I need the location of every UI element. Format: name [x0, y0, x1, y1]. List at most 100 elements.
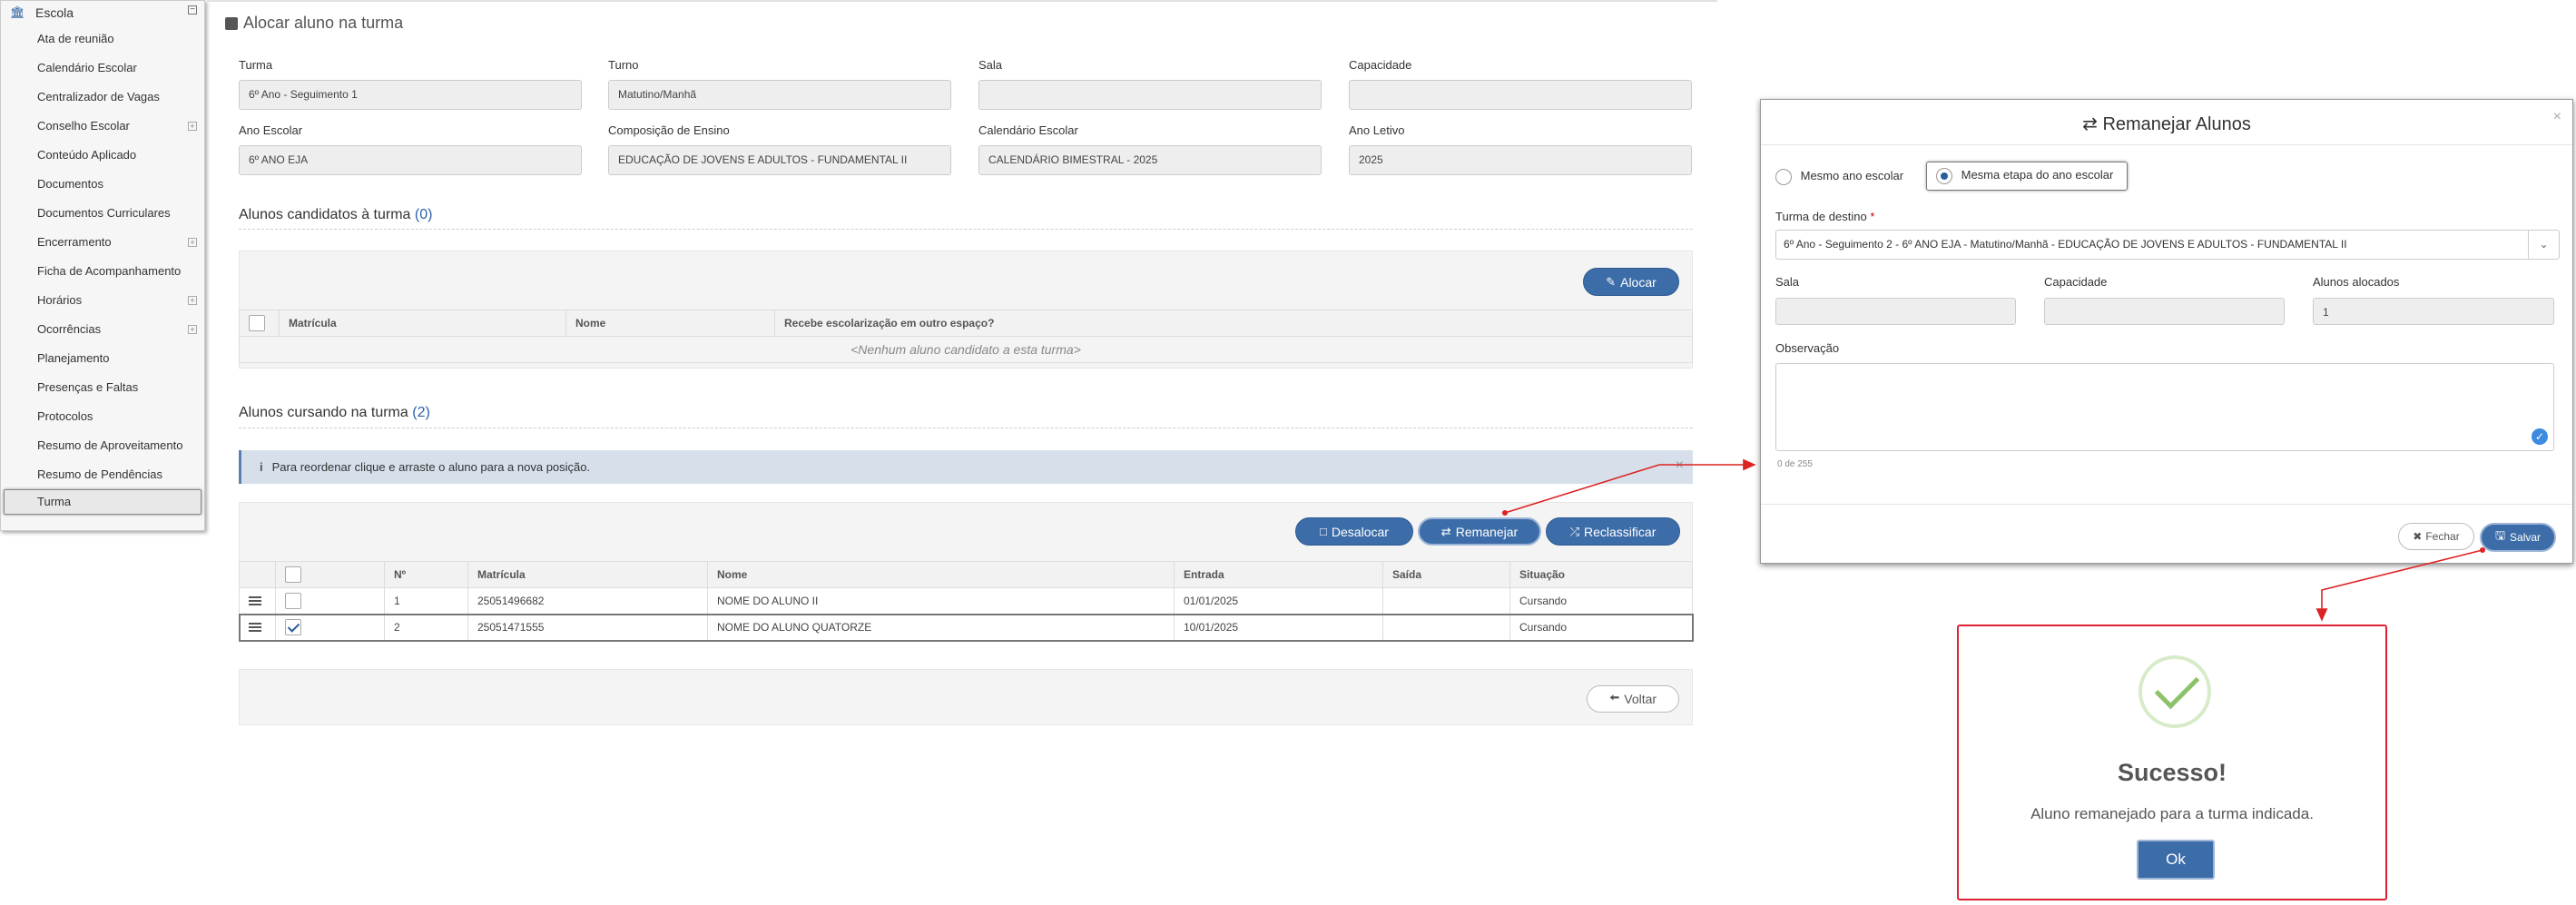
ok-button[interactable]: Ok — [2137, 840, 2215, 880]
drag-handle-cell[interactable] — [239, 587, 276, 615]
sidebar-item-centralizador-de-vagas[interactable]: Centralizador de Vagas — [1, 83, 204, 112]
sidebar-item-protocolos[interactable]: Protocolos — [1, 402, 204, 431]
expand-icon[interactable]: + — [188, 325, 197, 334]
sidebar-item-turma[interactable]: Turma — [4, 489, 202, 515]
sidebar-menu: Ata de reunião Calendário Escolar Centrali… — [1, 25, 204, 515]
composicao-field[interactable]: EDUCAÇÃO DE JOVENS E ADULTOS - FUNDAMENT… — [608, 145, 951, 175]
row-checkbox[interactable] — [285, 619, 301, 635]
turma-destino-select[interactable]: 6º Ano - Seguimento 2 - 6º ANO EJA - Mat… — [1775, 230, 2560, 260]
calendario-label: Calendário Escolar — [978, 123, 1078, 137]
salvar-button[interactable]: 🖫 Salvar — [2480, 523, 2556, 552]
close-icon[interactable]: × — [1676, 457, 1684, 474]
page-title-text: Alocar aluno na turma — [243, 14, 404, 32]
expand-icon[interactable]: + — [188, 122, 197, 131]
remanejar-button[interactable]: ⇄ Remanejar — [1418, 517, 1541, 546]
turno-label: Turno — [608, 58, 639, 72]
col-matricula[interactable]: Matrícula — [467, 561, 708, 588]
info-icon: i — [260, 460, 263, 474]
ano-letivo-label: Ano Letivo — [1349, 123, 1405, 137]
cell-nome: NOME DO ALUNO QUATORZE — [707, 614, 1175, 641]
exchange-icon: ⇄ — [2082, 114, 2098, 134]
close-icon: ✖ — [2413, 530, 2423, 543]
sidebar-item-conteudo-aplicado[interactable]: Conteúdo Aplicado — [1, 141, 204, 170]
salvar-label: Salvar — [2510, 531, 2542, 544]
modal-capacidade-field[interactable] — [2044, 298, 2285, 325]
observacao-textarea[interactable]: ✓ — [1775, 363, 2554, 451]
expand-icon[interactable]: + — [188, 296, 197, 305]
sidebar-item-label: Resumo de Aproveitamento — [37, 438, 183, 452]
success-dialog: Sucesso! Aluno remanejado para a turma i… — [1957, 625, 2387, 900]
col-saida[interactable]: Saída — [1382, 561, 1510, 588]
col-nome[interactable]: Nome — [707, 561, 1175, 588]
turma-destino-value: 6º Ano - Seguimento 2 - 6º ANO EJA - Mat… — [1784, 238, 2347, 251]
turma-field[interactable]: 6º Ano - Seguimento 1 — [239, 80, 582, 110]
select-all-header — [275, 561, 385, 588]
drag-handle-icon[interactable] — [249, 595, 261, 607]
sidebar-item-resumo-de-aproveitamento[interactable]: Resumo de Aproveitamento — [1, 431, 204, 460]
ano-escolar-field[interactable]: 6º ANO EJA — [239, 145, 582, 175]
sidebar-item-presencas-e-faltas[interactable]: Presenças e Faltas — [1, 373, 204, 402]
radio-mesma-etapa[interactable]: Mesma etapa do ano escolar — [1926, 162, 2128, 191]
sidebar-item-label: Planejamento — [37, 351, 110, 365]
drag-handle-cell[interactable] — [239, 614, 276, 641]
sidebar-item-planejamento[interactable]: Planejamento — [1, 344, 204, 373]
collapse-icon[interactable]: − — [188, 5, 197, 15]
chevron-down-icon[interactable]: ⌄ — [2528, 231, 2559, 259]
sidebar-item-calendario-escolar[interactable]: Calendário Escolar — [1, 54, 204, 83]
sala-field[interactable] — [978, 80, 1322, 110]
sidebar-item-horarios[interactable]: Horários + — [1, 286, 204, 315]
sidebar-item-ficha-de-acompanhamento[interactable]: Ficha de Acompanhamento — [1, 257, 204, 286]
puzzle-icon — [225, 16, 238, 30]
expand-icon[interactable]: + — [188, 238, 197, 247]
desalocar-button[interactable]: □ Desalocar — [1295, 517, 1413, 546]
sidebar-item-ata-de-reuniao[interactable]: Ata de reunião — [1, 25, 204, 54]
sala-label: Sala — [978, 58, 1003, 72]
sidebar-item-conselho-escolar[interactable]: Conselho Escolar + — [1, 112, 204, 141]
sidebar-item-encerramento[interactable]: Encerramento + — [1, 228, 204, 257]
empty-row: <Nenhum aluno candidato a esta turma> — [239, 336, 1693, 363]
drag-handle-icon[interactable] — [249, 621, 261, 634]
col-matricula[interactable]: Matrícula — [279, 310, 566, 337]
info-bar: i Para reordenar clique e arraste o alun… — [239, 450, 1693, 484]
modal-sala-field[interactable] — [1775, 298, 2016, 325]
voltar-button[interactable]: 🠨 Voltar — [1587, 685, 1679, 713]
alocados-field[interactable]: 1 — [2313, 298, 2554, 325]
capacidade-field[interactable] — [1349, 80, 1692, 110]
select-all-header — [239, 310, 280, 337]
col-nome[interactable]: Nome — [565, 310, 775, 337]
col-num[interactable]: Nº — [384, 561, 468, 588]
bank-icon: 🏛 — [10, 5, 25, 19]
sidebar-item-ocorrencias[interactable]: Ocorrências + — [1, 315, 204, 344]
col-situacao[interactable]: Situação — [1509, 561, 1693, 588]
radio-mesmo-ano-control[interactable] — [1775, 169, 1792, 185]
sidebar-header-label: Escola — [35, 5, 74, 20]
alocados-label: Alunos alocados — [2313, 275, 2400, 289]
fechar-button[interactable]: ✖ Fechar — [2398, 523, 2474, 550]
col-escolarizacao[interactable]: Recebe escolarização em outro espaço? — [774, 310, 1693, 337]
sidebar-item-documentos-curriculares[interactable]: Documentos Curriculares — [1, 199, 204, 228]
select-all-checkbox[interactable] — [249, 315, 265, 331]
sidebar-item-resumo-de-pendencias[interactable]: Resumo de Pendências — [1, 460, 204, 489]
radio-mesma-etapa-control[interactable] — [1936, 168, 1952, 184]
ano-letivo-field[interactable]: 2025 — [1349, 145, 1692, 175]
calendario-field[interactable]: CALENDÁRIO BIMESTRAL - 2025 — [978, 145, 1322, 175]
sidebar-header[interactable]: 🏛 Escola − — [1, 1, 204, 25]
col-entrada[interactable]: Entrada — [1174, 561, 1383, 588]
sidebar-item-label: Conteúdo Aplicado — [37, 148, 137, 162]
row-checkbox[interactable] — [285, 593, 301, 609]
reclassificar-button[interactable]: ⤮ Reclassificar — [1546, 517, 1680, 546]
footer-panel — [239, 669, 1693, 725]
select-all-checkbox[interactable] — [285, 566, 301, 583]
table-row[interactable]: 2 25051471555 NOME DO ALUNO QUATORZE 10/01/… — [238, 613, 1694, 642]
table-row[interactable]: 1 25051496682 NOME DO ALUNO II 01/01/2025 Cu… — [239, 587, 1693, 615]
sidebar-item-documentos[interactable]: Documentos — [1, 170, 204, 199]
alocar-button[interactable]: ✎ Alocar — [1583, 268, 1679, 296]
check-icon: ✓ — [2532, 428, 2548, 445]
candidatos-table: Matrícula Nome Recebe escolarização em o… — [239, 310, 1693, 363]
edit-icon: ✎ — [1606, 274, 1617, 289]
close-icon[interactable]: × — [2553, 109, 2561, 125]
turno-field[interactable]: Matutino/Manhã — [608, 80, 951, 110]
radio-mesmo-ano[interactable]: Mesmo ano escolar — [1775, 169, 1903, 185]
drag-header — [239, 561, 276, 588]
success-check-icon — [2138, 655, 2211, 728]
